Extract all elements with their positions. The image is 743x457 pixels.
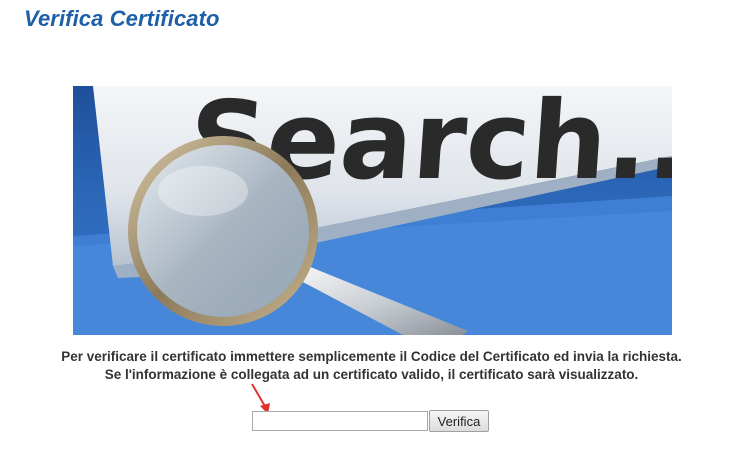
hero-illustration: Search... bbox=[73, 86, 672, 335]
instructions-line-1: Per verificare il certificato immettere … bbox=[61, 349, 682, 364]
instructions: Per verificare il certificato immettere … bbox=[0, 348, 743, 384]
page-title: Verifica Certificato bbox=[24, 6, 220, 31]
certificate-code-input[interactable] bbox=[252, 411, 428, 431]
instructions-line-2: Se l'informazione è collegata ad un cert… bbox=[104, 367, 639, 382]
hero-search-image: Search... bbox=[73, 86, 672, 335]
verify-button[interactable]: Verifica bbox=[429, 410, 489, 432]
page: Verifica Certificato Search... Per verif… bbox=[0, 0, 743, 457]
